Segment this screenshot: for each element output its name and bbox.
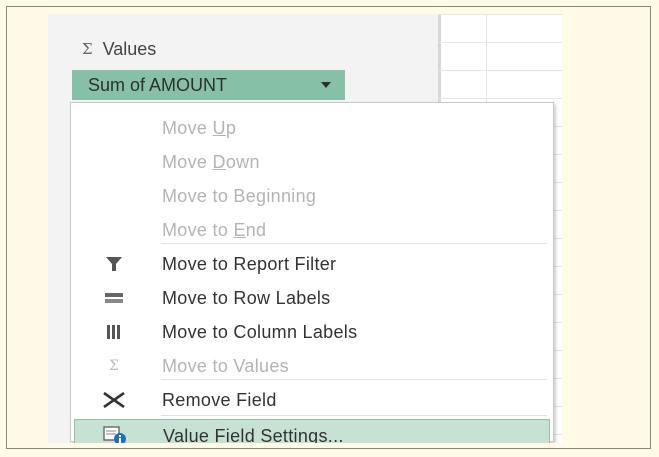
menu-item-move-to-values: Σ Move to Values	[74, 349, 550, 383]
sum-of-amount-field[interactable]: Sum of AMOUNT	[72, 70, 345, 100]
menu-item-move-to-beginning: Move to Beginning	[74, 179, 550, 213]
field-context-menu: Move Up Move Down Move to Beginning Move to…	[70, 102, 554, 443]
menu-item-label: Move to Row Labels	[154, 288, 330, 309]
values-area-header: Σ Values	[82, 36, 156, 62]
columns-icon	[74, 325, 154, 339]
access-key: n	[297, 425, 309, 444]
label-text: p	[225, 117, 237, 138]
menu-item-move-down: Move Down	[74, 145, 550, 179]
menu-item-remove-field[interactable]: Remove Field	[74, 383, 550, 417]
menu-item-move-to-column-labels[interactable]: Move to Column Labels	[74, 315, 550, 349]
menu-item-label: Move Down	[154, 152, 260, 173]
menu-item-label: Move to Report Filter	[154, 254, 336, 275]
menu-item-label: Remove Field	[154, 390, 277, 411]
menu-item-move-to-end: Move to End	[74, 213, 550, 247]
menu-item-label: Move to Values	[154, 356, 289, 377]
label-text: Move to Row Labels	[162, 287, 331, 308]
access-key: U	[212, 117, 226, 138]
remove-icon	[74, 392, 154, 408]
field-label: Sum of AMOUNT	[88, 74, 228, 95]
label-text: Move to Report Filter	[162, 253, 337, 274]
menu-item-label: Move to Beginning	[154, 186, 316, 207]
menu-item-move-up: Move Up	[74, 111, 550, 145]
menu-item-label: Move to End	[154, 220, 266, 241]
label-text: Move to Column Labels	[162, 321, 358, 342]
settings-icon	[75, 426, 155, 443]
label-text: Move to	[162, 219, 234, 240]
rows-icon	[74, 292, 154, 304]
label-text: Value Field Setti	[163, 425, 298, 444]
chevron-down-icon[interactable]	[321, 82, 331, 88]
menu-item-move-to-row-labels[interactable]: Move to Row Labels	[74, 281, 550, 315]
menu-item-label: Move to Column Labels	[154, 322, 357, 343]
pivot-field-screenshot: Σ Values Sum of AMOUNT Move Up Move Down M…	[48, 14, 562, 443]
label-text: Move to Be	[162, 185, 257, 206]
menu-item-move-to-report-filter[interactable]: Move to Report Filter	[74, 247, 550, 281]
label-text: inning	[266, 185, 317, 206]
access-key: D	[212, 151, 226, 172]
label-text: Remove Field	[162, 389, 277, 410]
label-text: Move	[162, 151, 213, 172]
label-text: nd	[245, 219, 267, 240]
label-text: own	[225, 151, 260, 172]
label-text: Move to Values	[162, 355, 289, 376]
sigma-icon: Σ	[109, 358, 119, 374]
access-key: g	[256, 185, 267, 206]
values-area-title: Values	[102, 38, 157, 59]
menu-item-label: Move Up	[154, 118, 236, 139]
access-key: E	[233, 219, 246, 240]
label-text: gs...	[308, 425, 344, 444]
sigma-icon: Σ	[82, 40, 93, 58]
label-text: Move	[162, 117, 213, 138]
filter-icon	[74, 257, 154, 271]
menu-item-value-field-settings[interactable]: Value Field Settings...	[74, 419, 550, 443]
menu-item-label: Value Field Settings...	[155, 426, 344, 444]
